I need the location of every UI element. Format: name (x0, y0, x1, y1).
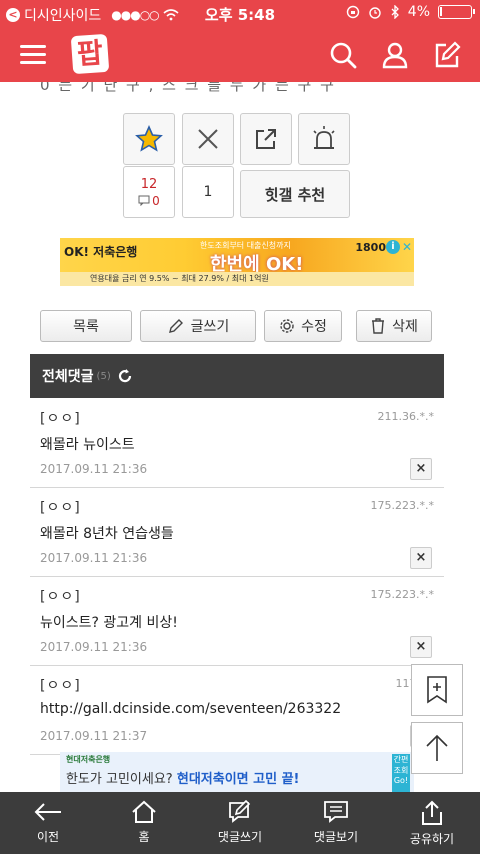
user-icon[interactable] (380, 40, 410, 70)
comment-nick[interactable]: [ㅇㅇ] (40, 497, 81, 517)
rotation-lock-icon (346, 5, 359, 19)
alarm-icon (369, 7, 381, 19)
comment-date: 2017.09.11 21:36 (40, 551, 148, 565)
comments-count: (5) (96, 370, 111, 382)
hitgal-recommend-button[interactable]: 힛갤 추천 (240, 170, 350, 218)
nav-share[interactable]: 공유하기 (384, 792, 480, 854)
menu-icon[interactable] (20, 45, 46, 65)
comments-header: 전체댓글 (5) (30, 354, 444, 398)
share-out-icon (256, 129, 276, 149)
nav-home[interactable]: 홈 (96, 792, 192, 854)
write-icon[interactable] (432, 40, 462, 70)
comment-small-icon (138, 195, 150, 206)
comment-item: [ㅇㅇ] 175.223.*.* 왜몰라 8년차 연습생들 2017.09.11… (30, 489, 444, 577)
comment-ip: 175.223.*.* (370, 588, 434, 601)
share-icon (422, 800, 442, 825)
list-button[interactable]: 목록 (40, 310, 132, 342)
dislike-count-value: 1 (203, 184, 213, 200)
x-icon (198, 129, 218, 149)
comment-text: 뉴이스트? 광고계 비상! (40, 615, 178, 631)
comment-nick[interactable]: [ㅇㅇ] (40, 586, 81, 606)
comment-item: [ㅇㅇ] 175.223.*.* 뉴이스트? 광고계 비상! 2017.09.1… (30, 578, 444, 666)
recommend-comment-count: 0 (138, 194, 160, 208)
battery-icon (438, 5, 475, 19)
comment-delete-button[interactable]: × (410, 547, 432, 569)
comment-item: [ㅇㅇ] 117.11 http://gall.dcinside.com/sev… (30, 667, 444, 755)
nav-comment-write-label: 댓글쓰기 (217, 830, 263, 844)
content-area[interactable]: 0 는 기 단 구 , 스 크 를 누 가 는 구 구 12 0 1 힛갤 추천… (0, 82, 480, 792)
delete-button[interactable]: 삭제 (356, 310, 432, 342)
ad-banner-bottom[interactable]: 현대저축은행 한도가 고민이세요? 현대저축이면 고민 끝! 간편조회Go! (60, 752, 414, 792)
dislike-button[interactable] (182, 113, 234, 165)
bluetooth-icon (391, 5, 399, 19)
comment-date: 2017.09.11 21:37 (40, 729, 148, 743)
search-icon[interactable] (328, 40, 358, 70)
ad-top-brand: OK! 저축은행 (64, 245, 138, 259)
comment-view-icon (324, 801, 348, 823)
ad-top-phone: 1800 (355, 241, 386, 254)
ad-close-icon[interactable]: ✕ (402, 240, 412, 254)
comment-write-icon (229, 800, 251, 823)
comment-text: 왜몰라 뉴이스트 (40, 437, 135, 453)
siren-icon (313, 126, 335, 149)
pencil-icon (168, 319, 183, 333)
delete-label: 삭제 (392, 319, 418, 335)
nav-back-label: 이전 (36, 830, 60, 844)
ad-banner-top[interactable]: OK! 저축은행 한도조회부터 대출신청까지 한번에 OK! 1800 i ✕ … (60, 238, 414, 286)
post-body-text: 0 는 기 단 구 , 스 크 를 누 가 는 구 구 (40, 82, 336, 94)
status-right: 4% (346, 4, 475, 20)
comments-title: 전체댓글 (42, 369, 94, 385)
nav-comment-view[interactable]: 댓글보기 (288, 792, 384, 854)
recommend-count-value: 12 (140, 176, 158, 192)
comment-text[interactable]: http://gall.dcinside.com/seventeen/26332… (40, 701, 341, 717)
write-post-label: 글쓰기 (190, 319, 230, 335)
arrow-up-icon (426, 734, 448, 761)
ad-bottom-message: 한도가 고민이세요? 현대저축이면 고민 끝! (66, 772, 300, 787)
home-icon (132, 800, 156, 823)
app-header: 팝 (0, 28, 480, 82)
scroll-top-button[interactable] (411, 722, 463, 774)
comment-text: 왜몰라 8년차 연습생들 (40, 526, 174, 542)
trash-icon (372, 318, 385, 334)
ad-info-icon[interactable]: i (386, 240, 400, 254)
gear-icon (280, 319, 294, 333)
ad-bottom-brand: 현대저축은행 (66, 755, 111, 764)
refresh-icon[interactable] (117, 368, 133, 384)
comment-ip: 211.36.*.* (377, 410, 434, 423)
comment-nick[interactable]: [ㅇㅇ] (40, 408, 81, 428)
comment-delete-button[interactable]: × (410, 458, 432, 480)
nav-home-label: 홈 (138, 830, 150, 844)
recommend-comment-count-value: 0 (152, 193, 160, 208)
share-post-button[interactable] (240, 113, 292, 165)
edit-button[interactable]: 수정 (264, 310, 342, 342)
list-button-label: 목록 (73, 319, 99, 335)
report-button[interactable] (298, 113, 350, 165)
comment-date: 2017.09.11 21:36 (40, 640, 148, 654)
recommend-button[interactable] (123, 113, 175, 165)
ad-top-footer: 연용대율 금리 연 9.5% ~ 최대 27.9% / 최대 1억원 (60, 272, 414, 286)
nav-back[interactable]: 이전 (0, 792, 96, 854)
bookmark-button[interactable] (411, 664, 463, 716)
app-logo[interactable]: 팝 (70, 33, 110, 75)
recommend-count: 12 0 (123, 166, 175, 218)
edit-label: 수정 (301, 319, 327, 335)
comment-nick[interactable]: [ㅇㅇ] (40, 675, 81, 695)
status-bar: < 디시인사이드 ●●●○○ 오후 5:48 4% (0, 0, 480, 28)
bookmark-add-icon (427, 676, 447, 704)
bottom-nav: 이전 홈 댓글쓰기 댓글보기 공유하기 (0, 792, 480, 854)
star-icon (135, 125, 163, 152)
write-post-button[interactable]: 글쓰기 (140, 310, 256, 342)
comment-ip: 175.223.*.* (370, 499, 434, 512)
battery-percent: 4% (407, 4, 430, 20)
ad-bottom-side: 간편조회Go! (392, 754, 410, 792)
comment-date: 2017.09.11 21:36 (40, 462, 148, 476)
nav-comment-view-label: 댓글보기 (313, 830, 359, 844)
comment-item: [ㅇㅇ] 211.36.*.* 왜몰라 뉴이스트 2017.09.11 21:3… (30, 400, 444, 488)
arrow-left-icon (34, 803, 61, 821)
nav-comment-write[interactable]: 댓글쓰기 (192, 792, 288, 854)
comment-delete-button[interactable]: × (410, 636, 432, 658)
nav-share-label: 공유하기 (409, 832, 455, 846)
dislike-count: 1 (182, 166, 234, 218)
